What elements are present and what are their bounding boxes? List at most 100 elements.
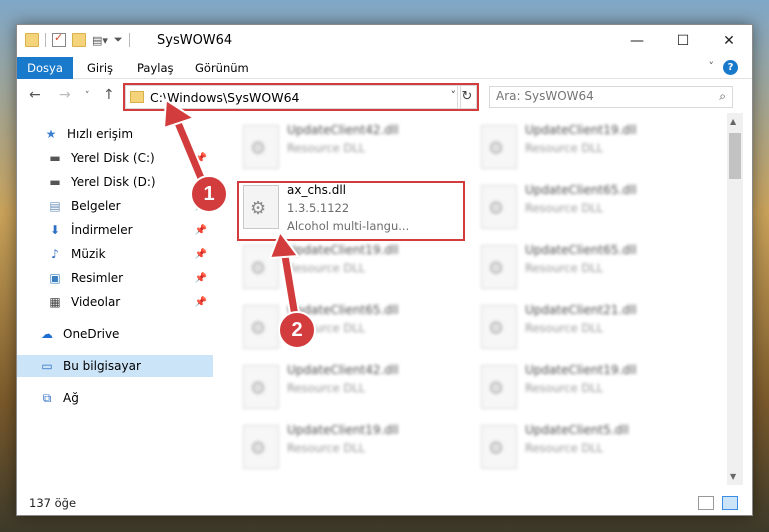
file-type: Resource DLL xyxy=(525,261,604,275)
pin-icon[interactable]: 📌 xyxy=(195,297,207,308)
search-input[interactable] xyxy=(496,89,696,103)
file-name: UpdateClient65.dll xyxy=(525,183,637,197)
tiles-view-icon[interactable] xyxy=(722,496,738,510)
sidebar-item-label: Yerel Disk (C:) xyxy=(71,151,155,165)
sidebar-item-label: Müzik xyxy=(71,247,106,261)
dll-file-icon xyxy=(243,125,279,169)
properties-icon[interactable] xyxy=(52,31,66,47)
list-item[interactable]: UpdateClient19.dll Resource DLL xyxy=(237,241,467,299)
tab-view[interactable]: Görünüm xyxy=(187,57,257,79)
customize-toolbar-icon[interactable]: ▤▾ xyxy=(92,34,108,47)
sidebar-item-label: Videolar xyxy=(71,295,121,309)
list-item[interactable]: UpdateClient42.dll Resource DLL xyxy=(237,361,467,419)
dll-file-icon xyxy=(243,305,279,349)
list-item[interactable]: UpdateClient19.dll Resource DLL xyxy=(475,121,705,179)
sidebar-item-label: Belgeler xyxy=(71,199,121,213)
help-icon[interactable]: ? xyxy=(723,60,738,75)
search-box[interactable]: ⌕ xyxy=(489,86,733,108)
new-folder-icon[interactable] xyxy=(72,33,86,47)
tab-home[interactable]: Giriş xyxy=(79,57,121,79)
scroll-up-icon[interactable]: ▲ xyxy=(730,117,736,126)
list-item[interactable]: UpdateClient42.dll Resource DLL xyxy=(237,121,467,179)
ribbon-tabs: Dosya Giriş Paylaş Görünüm ˅ ? xyxy=(17,57,752,79)
sidebar-item-label: İndirmeler xyxy=(71,223,133,237)
list-item[interactable]: UpdateClient65.dll Resource DLL xyxy=(237,301,467,359)
sidebar-item-label: OneDrive xyxy=(63,327,120,341)
file-type: Resource DLL xyxy=(287,441,366,455)
pin-icon[interactable]: 📌 xyxy=(195,153,207,164)
file-type: Resource DLL xyxy=(525,141,604,155)
up-arrow-icon[interactable]: ↑ xyxy=(103,87,115,103)
sidebar-item-label: Hızlı erişim xyxy=(67,127,134,141)
sidebar-item-videos[interactable]: ▦ Videolar 📌 xyxy=(17,291,213,313)
sidebar-item-quick-access[interactable]: ★ Hızlı erişim xyxy=(17,123,213,145)
sidebar-item-disk-d[interactable]: ▬ Yerel Disk (D:) xyxy=(17,171,213,193)
details-view-icon[interactable] xyxy=(698,496,714,510)
window-title: SysWOW64 xyxy=(157,33,233,48)
file-type: Resource DLL xyxy=(287,261,366,275)
file-name: UpdateClient42.dll xyxy=(287,123,399,137)
list-item[interactable]: UpdateClient19.dll Resource DLL xyxy=(237,421,467,479)
sidebar-item-onedrive[interactable]: ☁ OneDrive xyxy=(17,323,213,345)
list-item[interactable]: UpdateClient5.dll Resource DLL xyxy=(475,421,705,479)
divider xyxy=(45,33,46,47)
pin-icon[interactable]: 📌 xyxy=(195,225,207,236)
sidebar-item-documents[interactable]: ▤ Belgeler 📌 xyxy=(17,195,213,217)
sidebar-item-downloads[interactable]: ⬇ İndirmeler 📌 xyxy=(17,219,213,241)
file-type: Resource DLL xyxy=(525,381,604,395)
computer-icon: ▭ xyxy=(41,359,53,373)
sidebar-item-disk-c[interactable]: ▬ Yerel Disk (C:) 📌 xyxy=(17,147,213,169)
document-icon: ▤ xyxy=(49,199,61,213)
forward-arrow-icon[interactable]: → xyxy=(59,87,71,103)
tab-share[interactable]: Paylaş xyxy=(129,57,182,79)
file-type: Resource DLL xyxy=(525,441,604,455)
dll-file-icon xyxy=(243,245,279,289)
dll-file-icon xyxy=(243,425,279,469)
file-name: UpdateClient65.dll xyxy=(525,243,637,257)
list-item[interactable]: UpdateClient19.dll Resource DLL xyxy=(475,361,705,419)
recent-locations-icon[interactable]: ˅ xyxy=(85,91,90,101)
file-name: UpdateClient5.dll xyxy=(525,423,629,437)
sidebar-item-network[interactable]: ⧉ Ağ xyxy=(17,387,213,409)
maximize-button[interactable]: ☐ xyxy=(660,25,706,57)
sidebar-item-this-pc[interactable]: ▭ Bu bilgisayar xyxy=(17,355,213,377)
sidebar-item-label: Yerel Disk (D:) xyxy=(71,175,156,189)
pin-icon[interactable]: 📌 xyxy=(195,249,207,260)
dll-file-icon xyxy=(481,365,517,409)
chevron-up-icon[interactable]: ˅ xyxy=(709,60,715,73)
pin-icon[interactable]: 📌 xyxy=(195,273,207,284)
minimize-button[interactable]: — xyxy=(614,25,660,57)
status-bar: 137 öğe xyxy=(17,491,752,515)
sidebar-item-pictures[interactable]: ▣ Resimler 📌 xyxy=(17,267,213,289)
file-name: UpdateClient19.dll xyxy=(525,123,637,137)
search-icon[interactable]: ⌕ xyxy=(719,89,726,104)
sidebar-item-music[interactable]: ♪ Müzik 📌 xyxy=(17,243,213,265)
picture-icon: ▣ xyxy=(49,271,61,285)
dll-file-icon xyxy=(481,185,517,229)
dll-file-icon xyxy=(481,305,517,349)
drive-icon: ▬ xyxy=(49,175,61,189)
file-name: UpdateClient21.dll xyxy=(525,303,637,317)
list-item[interactable]: UpdateClient21.dll Resource DLL xyxy=(475,301,705,359)
file-type: Resource DLL xyxy=(525,321,604,335)
tab-file[interactable]: Dosya xyxy=(17,57,73,79)
close-button[interactable]: ✕ xyxy=(706,25,752,57)
drive-icon: ▬ xyxy=(49,151,61,165)
file-type: Resource DLL xyxy=(525,201,604,215)
back-arrow-icon[interactable]: ← xyxy=(29,87,41,103)
list-item[interactable]: UpdateClient65.dll Resource DLL xyxy=(475,241,705,299)
file-name: UpdateClient19.dll xyxy=(287,423,399,437)
file-name: UpdateClient19.dll xyxy=(525,363,637,377)
list-item[interactable]: UpdateClient65.dll Resource DLL xyxy=(475,181,705,239)
chevron-down-icon[interactable]: ⏷ xyxy=(114,33,123,47)
vertical-scrollbar[interactable]: ▲ ▼ xyxy=(727,113,743,485)
item-count: 137 öğe xyxy=(29,496,77,510)
sidebar-item-label: Ağ xyxy=(63,391,79,405)
star-icon: ★ xyxy=(45,127,57,141)
file-name: UpdateClient42.dll xyxy=(287,363,399,377)
quick-access-toolbar: ▤▾ ⏷ xyxy=(25,31,130,47)
video-icon: ▦ xyxy=(49,295,61,309)
scroll-down-icon[interactable]: ▼ xyxy=(730,472,736,481)
scrollbar-thumb[interactable] xyxy=(729,133,741,179)
download-icon: ⬇ xyxy=(49,223,61,237)
